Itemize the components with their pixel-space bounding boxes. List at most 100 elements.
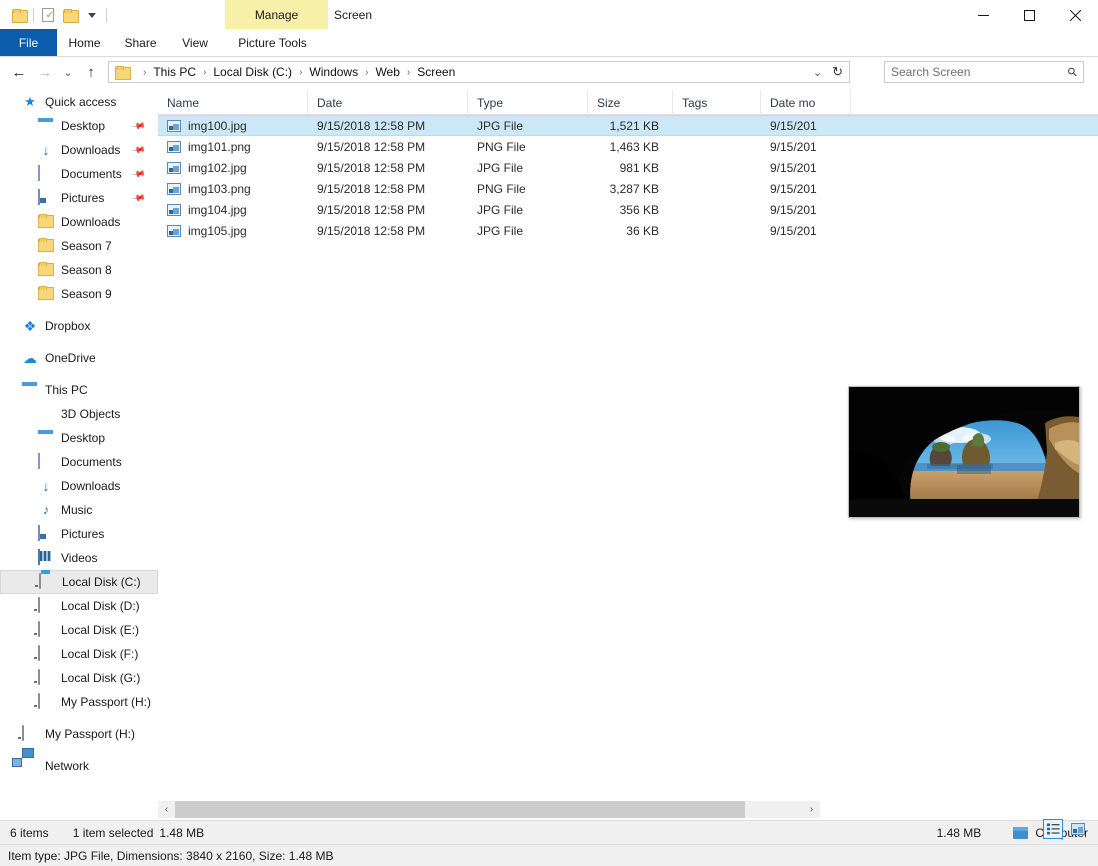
breadcrumb-item-screen[interactable]: Screen xyxy=(417,65,455,79)
sidebar-item-local-disk-f[interactable]: Local Disk (F:) xyxy=(0,642,158,666)
sidebar-item-local-disk-c[interactable]: Local Disk (C:) xyxy=(0,570,158,594)
column-header-tags[interactable]: Tags xyxy=(673,90,761,115)
up-button[interactable]: ↑ xyxy=(78,59,104,85)
sidebar-item-downloads[interactable]: ↓ Downloads xyxy=(0,474,158,498)
status-item-count: 6 items xyxy=(10,825,49,840)
sidebar-item-season-8[interactable]: Season 8 xyxy=(0,258,158,282)
navigation-pane[interactable]: ★ Quick access Desktop 📌 ↓ Downloads 📌 Document… xyxy=(0,90,158,795)
column-header-name[interactable]: Name xyxy=(158,90,308,115)
column-header-date[interactable]: Date xyxy=(308,90,468,115)
large-icons-view-button[interactable] xyxy=(1068,819,1088,839)
folder-icon[interactable] xyxy=(59,4,81,26)
scroll-left-button[interactable]: ‹ xyxy=(158,801,175,818)
pictures-icon xyxy=(38,525,54,542)
breadcrumb-separator-3[interactable]: › xyxy=(365,67,368,78)
sidebar-item-season-9[interactable]: Season 9 xyxy=(0,282,158,306)
sidebar-item-this-pc[interactable]: This PC xyxy=(0,378,158,402)
sidebar-item-downloads[interactable]: Downloads xyxy=(0,210,158,234)
back-button[interactable]: ← xyxy=(6,59,32,85)
pin-icon[interactable]: 📌 xyxy=(131,142,146,157)
pin-icon[interactable]: 📌 xyxy=(131,118,146,133)
sidebar-item-quick-access[interactable]: ★ Quick access xyxy=(0,90,158,114)
sidebar-item-onedrive[interactable]: ☁ OneDrive xyxy=(0,346,158,370)
file-name-cell: img105.jpg xyxy=(158,220,308,241)
properties-folder-icon[interactable] xyxy=(8,4,30,26)
drive-icon-glyph xyxy=(38,621,40,637)
column-header-type[interactable]: Type xyxy=(468,90,588,115)
breadcrumb-item-this-pc[interactable]: This PC xyxy=(153,65,196,79)
column-header-size[interactable]: Size xyxy=(588,90,673,115)
breadcrumb-separator-1[interactable]: › xyxy=(203,67,206,78)
refresh-icon[interactable]: ↻ xyxy=(832,64,843,80)
image-file-icon xyxy=(167,224,181,237)
sidebar-item-local-disk-e[interactable]: Local Disk (E:) xyxy=(0,618,158,642)
sidebar-item-pictures[interactable]: Pictures xyxy=(0,522,158,546)
tab-view[interactable]: View xyxy=(169,29,221,56)
sidebar-item-my-passport-h[interactable]: My Passport (H:) xyxy=(0,690,158,714)
sidebar-item-documents[interactable]: Documents xyxy=(0,450,158,474)
file-size-cell: 36 KB xyxy=(626,223,659,238)
maximize-button[interactable] xyxy=(1006,0,1052,30)
breadcrumb-item-windows[interactable]: Windows xyxy=(309,65,358,79)
file-type-cell: JPG File xyxy=(477,160,524,175)
status-selection-size: 1.48 MB xyxy=(159,825,205,840)
address-bar: ← → ⌄ ↑ › This PC › Local Disk (C:) › Wi… xyxy=(0,58,1098,86)
sidebar-item-my-passport-h[interactable]: My Passport (H:) xyxy=(0,722,158,746)
sidebar-item-local-disk-d[interactable]: Local Disk (D:) xyxy=(0,594,158,618)
sidebar-item-music[interactable]: ♪ Music xyxy=(0,498,158,522)
breadcrumb-separator-2[interactable]: › xyxy=(299,67,302,78)
tab-file[interactable]: File xyxy=(0,29,57,56)
breadcrumb-item-web[interactable]: Web xyxy=(375,65,399,79)
sidebar-item-season-7[interactable]: Season 7 xyxy=(0,234,158,258)
sidebar-item-pictures[interactable]: Pictures 📌 xyxy=(0,186,158,210)
scrollbar-thumb[interactable] xyxy=(175,801,745,818)
scroll-right-button[interactable]: › xyxy=(803,801,820,818)
breadcrumb-item-local-disk-c[interactable]: Local Disk (C:) xyxy=(213,65,292,79)
sidebar-item-label: Downloads xyxy=(61,143,121,157)
sidebar-item-dropbox[interactable]: ❖ Dropbox xyxy=(0,314,158,338)
breadcrumb-separator-4[interactable]: › xyxy=(407,67,410,78)
address-dropdown-chevron-down-icon[interactable]: ⌄ xyxy=(813,66,822,79)
scrollbar-track[interactable] xyxy=(175,801,803,818)
sidebar-item-3d-objects[interactable]: 3D Objects xyxy=(0,402,158,426)
sidebar-item-downloads[interactable]: ↓ Downloads 📌 xyxy=(0,138,158,162)
details-view-button[interactable] xyxy=(1043,819,1063,839)
breadcrumb-folder-icon xyxy=(115,65,131,80)
contextual-tab-header-manage[interactable]: Manage xyxy=(225,0,328,29)
file-tags-cell xyxy=(673,199,761,220)
tab-picture-tools[interactable]: Picture Tools xyxy=(221,29,324,56)
table-row[interactable]: img101.png 9/15/2018 12:58 PM PNG File 1,46… xyxy=(158,136,1098,157)
search-box[interactable]: Search Screen ⚲ xyxy=(884,61,1084,83)
column-header-date-mo[interactable]: Date mo xyxy=(761,90,851,115)
sidebar-item-desktop[interactable]: Desktop 📌 xyxy=(0,114,158,138)
breadcrumb-tail: ⌄ ↻ xyxy=(813,64,845,80)
pin-icon[interactable]: 📌 xyxy=(131,166,146,181)
close-button[interactable] xyxy=(1052,0,1098,30)
sidebar-item-videos[interactable]: Videos xyxy=(0,546,158,570)
tab-share[interactable]: Share xyxy=(112,29,169,56)
table-row[interactable]: img100.jpg 9/15/2018 12:58 PM JPG File 1,52… xyxy=(158,115,1098,136)
search-input[interactable]: Search Screen xyxy=(891,65,1068,79)
music-icon: ♪ xyxy=(38,502,54,518)
horizontal-scrollbar[interactable]: ‹ › xyxy=(158,801,820,818)
sidebar-item-documents[interactable]: Documents 📌 xyxy=(0,162,158,186)
sidebar-item-label: This PC xyxy=(45,383,88,397)
forward-button[interactable]: → xyxy=(32,59,58,85)
onedrive-cloud-icon: ☁ xyxy=(22,350,38,366)
customize-quick-access-chevron-down-icon[interactable] xyxy=(81,4,103,26)
sidebar-item-network[interactable]: Network xyxy=(0,754,158,778)
tab-home[interactable]: Home xyxy=(57,29,112,56)
minimize-button[interactable] xyxy=(960,0,1006,30)
table-row[interactable]: img105.jpg 9/15/2018 12:58 PM JPG File 36 K… xyxy=(158,220,1098,241)
breadcrumb[interactable]: › This PC › Local Disk (C:) › Windows › … xyxy=(108,61,850,83)
new-folder-icon[interactable]: ✓ xyxy=(37,4,59,26)
sidebar-item-desktop[interactable]: Desktop xyxy=(0,426,158,450)
file-size-cell: 981 KB xyxy=(619,160,659,175)
dropbox-icon-glyph: ❖ xyxy=(23,318,37,334)
table-row[interactable]: img102.jpg 9/15/2018 12:58 PM JPG File 981 … xyxy=(158,157,1098,178)
table-row[interactable]: img104.jpg 9/15/2018 12:58 PM JPG File 356 … xyxy=(158,199,1098,220)
recent-locations-chevron-down-icon[interactable]: ⌄ xyxy=(58,59,78,85)
table-row[interactable]: img103.png 9/15/2018 12:58 PM PNG File 3,28… xyxy=(158,178,1098,199)
pin-icon[interactable]: 📌 xyxy=(131,190,146,205)
sidebar-item-local-disk-g[interactable]: Local Disk (G:) xyxy=(0,666,158,690)
